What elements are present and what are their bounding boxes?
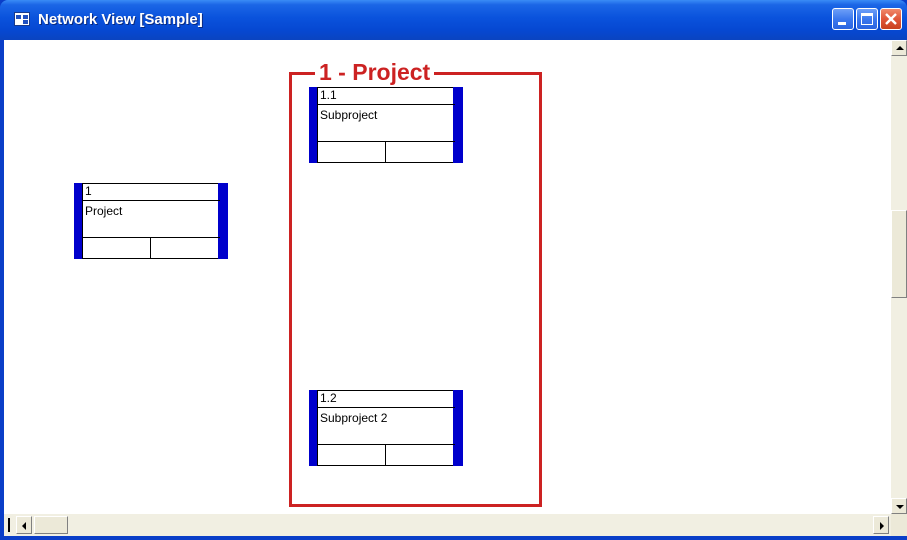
network-view-window: Network View [Sample] 1 - Project 1 Proj… — [0, 0, 907, 540]
arrow-right-icon — [880, 522, 884, 530]
window-title: Network View [Sample] — [38, 11, 203, 28]
minimize-icon — [838, 22, 846, 25]
node-body — [317, 390, 455, 466]
node-bar-right — [453, 87, 463, 163]
node-name: Subproject 2 — [320, 411, 388, 425]
divider — [150, 237, 151, 259]
node-bar-right — [453, 390, 463, 466]
divider — [385, 141, 386, 163]
arrow-down-icon — [896, 505, 904, 509]
divider — [385, 444, 386, 466]
node-name: Subproject — [320, 108, 378, 122]
close-button[interactable] — [880, 8, 902, 30]
title-bar[interactable]: Network View [Sample] — [0, 0, 907, 40]
task-node[interactable]: 1 Project — [74, 183, 228, 259]
maximize-icon — [861, 13, 873, 25]
scroll-right-button[interactable] — [873, 516, 889, 534]
node-id: 1.2 — [320, 391, 337, 405]
network-canvas[interactable]: 1 - Project 1 Project 1.1 Subproject 1.2… — [4, 40, 891, 514]
horizontal-scrollbar[interactable] — [4, 514, 891, 536]
divider — [317, 444, 455, 445]
resize-grip[interactable] — [891, 514, 907, 536]
summary-task-label: 1 - Project — [315, 58, 435, 86]
node-body — [82, 183, 220, 259]
divider — [82, 237, 220, 238]
node-id: 1 — [85, 184, 92, 198]
close-icon — [885, 13, 897, 25]
task-node[interactable]: 1.1 Subproject — [309, 87, 463, 163]
vertical-scroll-thumb[interactable] — [891, 210, 907, 298]
divider — [317, 141, 455, 142]
node-name: Project — [85, 204, 123, 218]
scroll-down-button[interactable] — [891, 498, 907, 514]
minimize-button[interactable] — [832, 8, 854, 30]
split-handle[interactable] — [8, 518, 10, 532]
arrow-up-icon — [896, 46, 904, 50]
task-node[interactable]: 1.2 Subproject 2 — [309, 390, 463, 466]
horizontal-scroll-thumb[interactable] — [34, 516, 68, 534]
maximize-button[interactable] — [856, 8, 878, 30]
vertical-scrollbar[interactable] — [891, 40, 907, 514]
arrow-left-icon — [22, 522, 26, 530]
scroll-left-button[interactable] — [16, 516, 32, 534]
node-body — [317, 87, 455, 163]
node-bar-right — [218, 183, 228, 259]
network-view-icon[interactable] — [14, 12, 30, 26]
node-id: 1.1 — [320, 88, 337, 102]
scroll-up-button[interactable] — [891, 40, 907, 56]
